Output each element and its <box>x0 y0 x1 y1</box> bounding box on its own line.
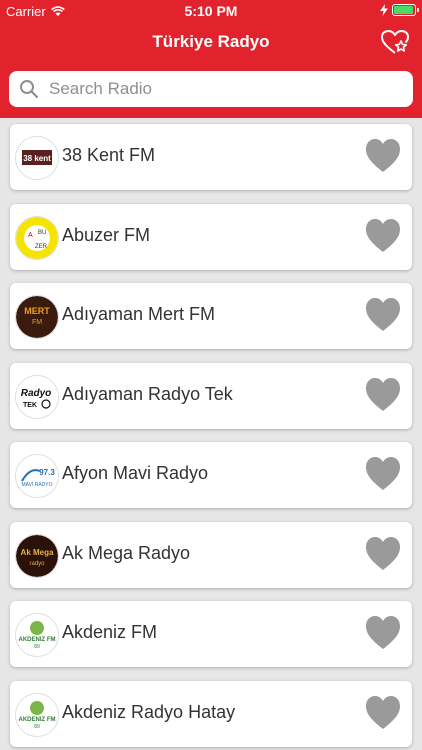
list-item[interactable]: A BU ZER Abuzer FM <box>10 204 412 270</box>
svg-text:FM: FM <box>32 319 42 326</box>
station-name: Akdeniz FM <box>62 622 158 642</box>
svg-text:AKDENIZ FM: AKDENIZ FM <box>19 637 56 643</box>
svg-text:89: 89 <box>34 644 40 650</box>
svg-text:ZER: ZER <box>35 244 48 250</box>
search-icon <box>20 80 39 99</box>
list-item[interactable]: Ak Mega radyo Ak Mega Radyo <box>10 522 412 588</box>
station-logo: A BU ZER <box>15 216 59 260</box>
station-name: Adıyaman Mert FM <box>62 304 216 324</box>
list-item[interactable]: MERT FM Adıyaman Mert FM <box>10 283 412 349</box>
app-header: Carrier 5:10 PM Türkiye Radyo <box>0 0 422 118</box>
battery-area <box>380 4 419 16</box>
station-name: Ak Mega Radyo <box>62 543 191 563</box>
page-title: Türkiye Radyo <box>152 32 270 51</box>
station-logo: Radyo TEK <box>15 375 59 419</box>
search-input[interactable] <box>47 78 391 100</box>
list-item[interactable]: AKDENIZ FM 89 Akdeniz Radyo Hatay <box>10 681 412 747</box>
svg-text:38 kent: 38 kent <box>23 154 51 163</box>
favorite-heart-icon[interactable] <box>364 375 402 415</box>
station-logo: 38 kent <box>15 136 59 180</box>
station-name: 38 Kent FM <box>62 145 156 165</box>
list-item[interactable]: Radyo TEK Adıyaman Radyo Tek <box>10 363 412 429</box>
favorite-heart-icon[interactable] <box>364 295 402 335</box>
svg-text:MERT: MERT <box>24 306 50 316</box>
station-name: Akdeniz Radyo Hatay <box>62 702 236 722</box>
search-bar[interactable] <box>9 71 413 107</box>
svg-text:TEK: TEK <box>23 402 37 409</box>
svg-text:Ak Mega: Ak Mega <box>21 548 54 557</box>
svg-text:89: 89 <box>34 724 40 730</box>
svg-text:BU: BU <box>38 230 46 236</box>
svg-text:AKDENIZ FM: AKDENIZ FM <box>19 717 56 723</box>
status-time: 5:10 PM <box>184 3 238 19</box>
svg-text:97.3: 97.3 <box>39 468 55 477</box>
svg-text:radyo: radyo <box>29 561 45 567</box>
svg-text:A: A <box>28 232 33 239</box>
status-bar: Carrier 5:10 PM <box>0 0 422 22</box>
favorite-heart-icon[interactable] <box>364 454 402 494</box>
station-name: Afyon Mavi Radyo <box>62 463 209 483</box>
charging-icon <box>380 4 388 16</box>
battery-icon <box>392 4 419 16</box>
station-logo: AKDENIZ FM 89 <box>15 613 59 657</box>
favorite-heart-icon[interactable] <box>364 613 402 653</box>
svg-text:Radyo: Radyo <box>21 388 52 399</box>
station-logo: 97.3 MAVİ RADYO <box>15 454 59 498</box>
favorite-heart-icon[interactable] <box>364 136 402 176</box>
list-item[interactable]: AKDENIZ FM 89 Akdeniz FM <box>10 601 412 667</box>
station-logo: MERT FM <box>15 295 59 339</box>
station-logo: AKDENIZ FM 89 <box>15 693 59 737</box>
favorite-heart-icon[interactable] <box>364 534 402 574</box>
favorite-heart-icon[interactable] <box>364 693 402 733</box>
list-item[interactable]: 97.3 MAVİ RADYO Afyon Mavi Radyo <box>10 442 412 508</box>
list-item[interactable]: 38 kent 38 Kent FM <box>10 124 412 190</box>
favorites-button[interactable] <box>380 28 410 56</box>
favorite-heart-icon[interactable] <box>364 216 402 256</box>
station-name: Adıyaman Radyo Tek <box>62 384 233 404</box>
station-logo: Ak Mega radyo <box>15 534 59 578</box>
svg-text:MAVİ RADYO: MAVİ RADYO <box>21 481 52 488</box>
station-name: Abuzer FM <box>62 225 151 245</box>
